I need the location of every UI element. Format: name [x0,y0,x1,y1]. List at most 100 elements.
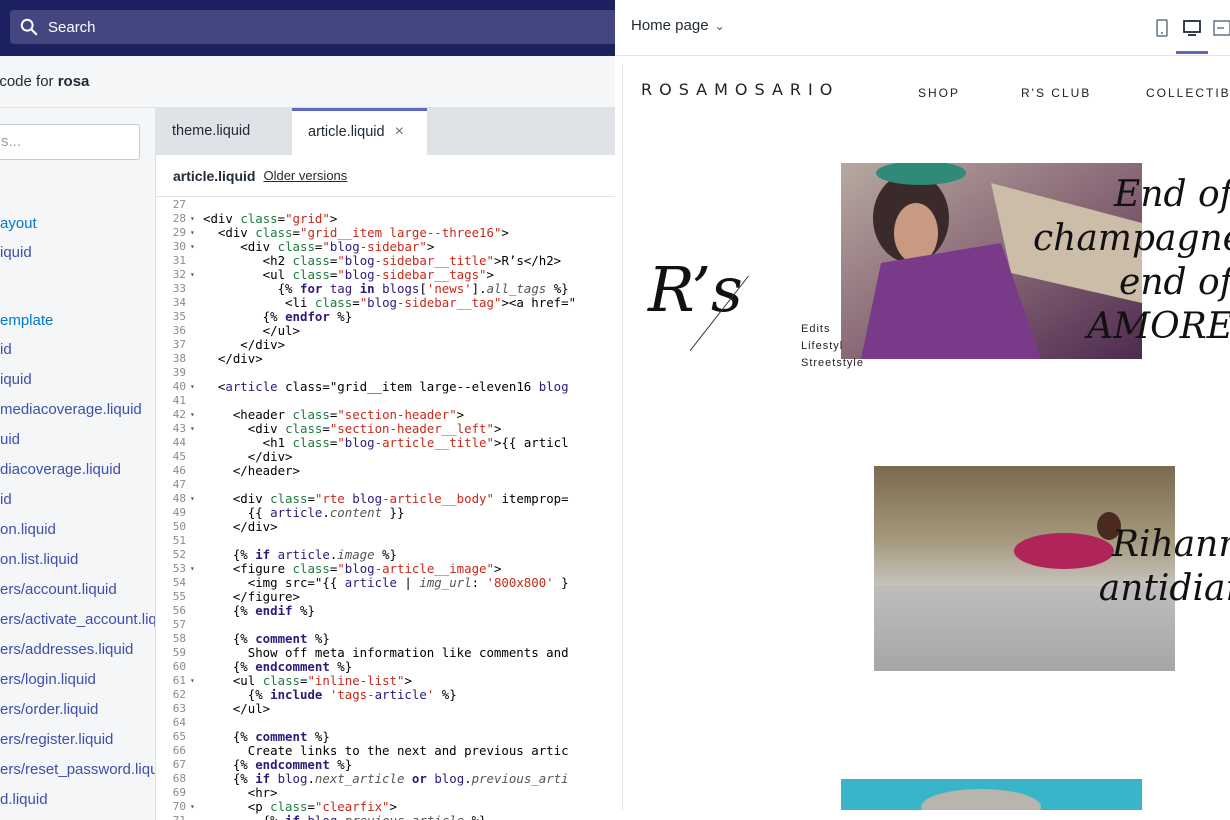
fold-toggle-icon[interactable]: ▾ [190,800,200,814]
code-line[interactable]: {% endcomment %} [203,660,352,674]
code-line[interactable]: <h2 class="blog-sidebar__title">R’s</h2> [203,254,561,268]
code-line[interactable]: {% endif %} [203,604,315,618]
sidebar-file-item[interactable]: iquid [0,241,32,265]
code-line[interactable]: <div class="grid"> [203,212,337,226]
fold-toggle-icon[interactable]: ▾ [190,562,200,576]
code-line[interactable]: </ul> [203,702,270,716]
close-icon[interactable]: × [395,123,404,140]
file-filter-input[interactable]: s... [0,124,140,160]
fold-toggle-icon[interactable]: ▾ [190,268,200,282]
store-logo[interactable]: ROSAMOSARIO [641,80,839,99]
sidebar-file-item[interactable]: ers/login.liquid [0,668,96,692]
code-line[interactable]: </div> [203,450,293,464]
page-selector[interactable]: Home page ⌄ [631,17,725,34]
fullscreen-icon[interactable] [1213,18,1230,38]
code-line[interactable]: <ul class="inline-list"> [203,674,412,688]
fold-toggle-icon[interactable]: ▾ [190,380,200,394]
category-lifestyle[interactable]: Lifestyl [801,340,843,352]
sidebar-file-item[interactable]: ers/reset_password.liqu [0,758,155,782]
code-line[interactable]: <div class="grid__item large--three16"> [203,226,509,240]
fold-toggle-icon[interactable]: ▾ [190,226,200,240]
page-title-text: t code for [0,73,54,90]
code-line[interactable]: <div class="rte blog-article__body" item… [203,492,569,506]
fold-toggle-icon[interactable]: ▾ [190,674,200,688]
search-input[interactable]: Search [10,10,615,44]
code-line[interactable]: <img src="{{ article | img_url: '800x800… [203,576,569,590]
code-area[interactable]: 27 28 ▾ <div class="grid"> 29 ▾ <div class="g… [156,198,615,820]
sidebar-file-item[interactable]: ers/activate_account.liq [0,608,155,632]
code-line[interactable]: {% include 'tags-article' %} [203,688,457,702]
code-line[interactable]: <ul class="blog-sidebar__tags"> [203,268,494,282]
older-versions-link[interactable]: Older versions [263,168,347,183]
line-number: 49 [172,506,186,519]
category-edits[interactable]: Edits [801,323,830,335]
code-line[interactable]: {% comment %} [203,730,330,744]
code-line[interactable]: </header> [203,464,300,478]
blog-post-image[interactable] [841,779,1142,810]
code-line[interactable]: <article class="grid__item large--eleven… [203,380,569,394]
post-title-1[interactable]: End of champagne end of AMORE [1033,173,1230,349]
sidebar-file-item[interactable]: on.liquid [0,518,56,542]
fold-toggle-icon[interactable]: ▾ [190,408,200,422]
code-line[interactable]: {% if blog.next_article or blog.previous… [203,772,569,786]
post-title-2[interactable]: Rihanna antidiary [1063,523,1230,611]
code-line[interactable]: Create links to the next and previous ar… [203,744,569,758]
sidebar-file-item[interactable]: ers/order.liquid [0,698,98,722]
desktop-icon[interactable] [1183,18,1201,38]
file-bar: article.liquid Older versions [156,155,615,197]
sidebar-file-item[interactable]: ayout [0,212,37,236]
code-line[interactable]: </div> [203,338,285,352]
code-line[interactable]: <hr> [203,786,278,800]
nav-rs-club[interactable]: R'S CLUB [1021,86,1091,100]
sidebar-file-item[interactable]: ers/register.liquid [0,728,113,752]
sidebar-file-item[interactable]: emplate [0,309,53,333]
fold-toggle-icon[interactable]: ▾ [190,240,200,254]
fold-toggle-icon[interactable]: ▾ [190,422,200,436]
nav-shop[interactable]: SHOP [918,86,960,100]
code-line[interactable]: <h1 class="blog-article__title">{{ artic… [203,436,569,450]
sidebar-file-item[interactable]: d.liquid [0,788,48,812]
sidebar-file-item[interactable]: diacoverage.liquid [0,458,121,482]
code-line[interactable]: </div> [203,352,263,366]
code-line[interactable]: {{ article.content }} [203,506,405,520]
code-line[interactable]: </div> [203,520,278,534]
post-title-line: AMORE [1087,306,1230,347]
sidebar-file-item[interactable]: ers/addresses.liquid [0,638,133,662]
tab-article-liquid[interactable]: article.liquid × [292,108,427,155]
code-line[interactable]: <p class="clearfix"> [203,800,397,814]
sidebar-file-item[interactable]: iquid [0,368,32,392]
sidebar-file-item[interactable]: mediacoverage.liquid [0,398,142,422]
code-line[interactable]: Show off meta information like comments … [203,646,569,660]
code-line[interactable]: {% endfor %} [203,310,353,324]
line-number: 41 [172,394,186,407]
code-line[interactable]: </ul> [203,324,300,338]
tab-theme-liquid[interactable]: theme.liquid [156,108,292,155]
search-placeholder: Search [48,18,96,36]
code-line[interactable]: {% if article.image %} [203,548,397,562]
code-line[interactable]: <figure class="blog-article__image"> [203,562,502,576]
category-streetstyle[interactable]: Streetstyle [801,357,864,369]
fold-toggle-icon[interactable]: ▾ [190,212,200,226]
editor-tabs: theme.liquid article.liquid × [156,108,615,155]
line-number: 63 [172,702,186,715]
sidebar-file-item[interactable]: id [0,338,12,362]
post-title-line: Rihanna [1111,524,1230,565]
code-line[interactable]: {% comment %} [203,632,330,646]
code-line[interactable]: <div class="section-header__left"> [203,422,502,436]
nav-collectibles[interactable]: COLLECTIBL [1146,86,1230,100]
sidebar-file-item[interactable]: on.list.liquid [0,548,78,572]
code-line[interactable]: {% if blog.previous_article %} [203,814,487,820]
code-line[interactable]: {% for tag in blogs['news'].all_tags %} [203,282,569,296]
line-number: 34 [172,296,186,309]
mobile-icon[interactable] [1153,18,1171,38]
code-line[interactable]: {% endcomment %} [203,758,352,772]
code-line[interactable]: <header class="section-header"> [203,408,464,422]
code-line[interactable]: </figure> [203,590,300,604]
code-line[interactable]: <li class="blog-sidebar__tag"><a href=" [203,296,576,310]
line-number: 66 [172,744,186,757]
sidebar-file-item[interactable]: id [0,488,12,512]
code-line[interactable]: <div class="blog-sidebar"> [203,240,434,254]
sidebar-file-item[interactable]: ers/account.liquid [0,578,117,602]
sidebar-file-item[interactable]: uid [0,428,20,452]
fold-toggle-icon[interactable]: ▾ [190,492,200,506]
